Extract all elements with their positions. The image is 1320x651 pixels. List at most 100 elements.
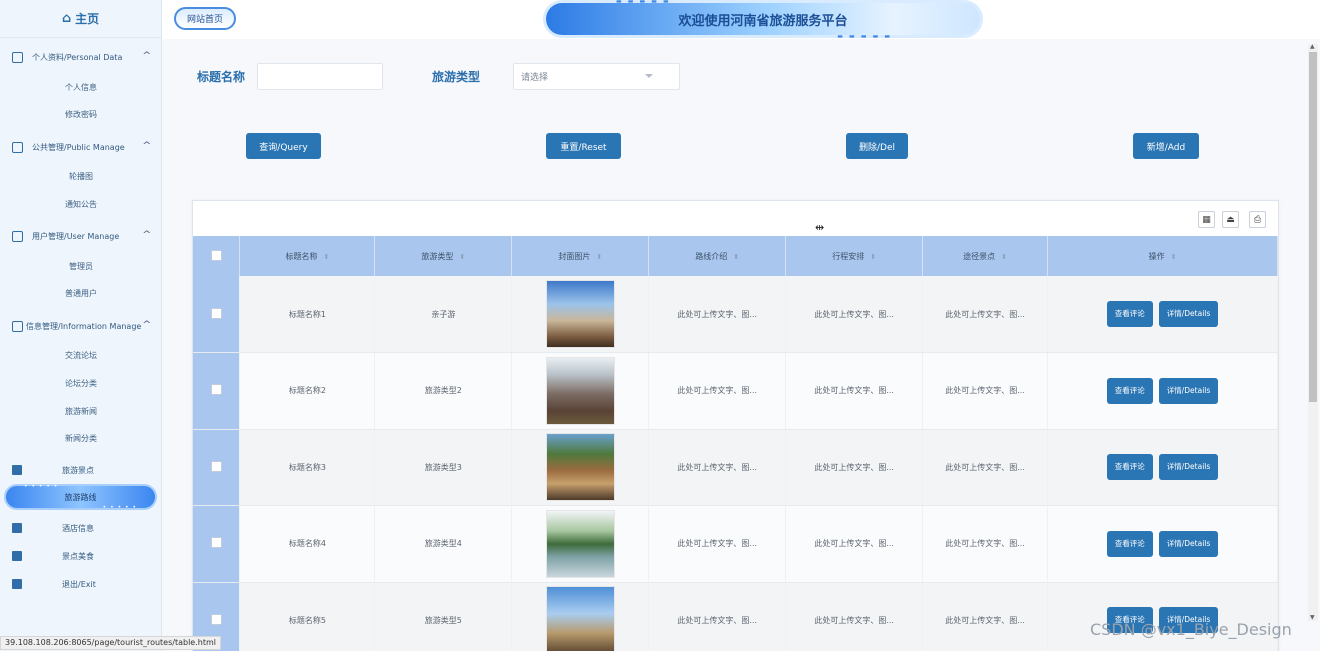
sidebar-item-normal-users[interactable]: 普通用户 [0,286,161,302]
view-comments-button[interactable]: 查看评论 [1106,377,1153,404]
calendar-check-icon [12,551,22,561]
sidebar-item-admins[interactable]: 管理员 [0,259,161,275]
sidebar-home[interactable]: ⌂ 主页 [0,0,161,38]
scroll-up-icon[interactable]: ▲ [1310,43,1315,50]
cell-cover [511,429,650,506]
cell-title: 标题名称2 [239,352,376,430]
sidebar-item-notices[interactable]: 通知公告 [0,197,161,213]
sidebar-item-exit[interactable]: 退出/Exit [0,575,161,593]
row-checkbox[interactable] [210,307,222,319]
sidebar-item-personal-info[interactable]: 个人信息 [0,80,161,96]
view-comments-button[interactable]: 查看评论 [1106,301,1153,327]
welcome-banner: ▬ ▬ ▬ ▬ ▬ 欢迎使用河南省旅游服务平台 ▬ ▬ ▬ ▬ ▬ [546,0,980,40]
sort-icon[interactable]: ⬍ [323,253,329,261]
row-checkbox[interactable] [210,537,222,549]
row-select-cell[interactable] [193,429,241,506]
sort-icon[interactable]: ⬍ [459,253,465,261]
view-comments-button[interactable]: 查看评论 [1106,530,1153,557]
cell-schedule: 此处可上传文字、图... [785,276,924,353]
cell-spots: 此处可上传文字、图... [922,582,1049,651]
sidebar-item-tour-routes[interactable]: • • • • • 旅游路线 • • • • • [4,483,157,511]
chevron-up-icon: ^ [142,320,152,330]
reset-button[interactable]: 重置/Reset [546,133,621,159]
sort-icon[interactable]: ⬍ [1171,253,1177,261]
table-row: 标题名称1 亲子游 此处可上传文字、图... 此处可上传文字、图... 此处可上… [193,276,1278,353]
sidebar-item-change-password[interactable]: 修改密码 [0,107,161,123]
details-button[interactable]: 详情/Details [1158,377,1219,404]
cover-image[interactable] [545,280,615,348]
sidebar-item-hotels[interactable]: 酒店信息 [0,519,161,537]
col-header-schedule[interactable]: 行程安排 ⬍ [785,236,924,276]
sidebar-item-label: 退出/Exit [62,579,96,589]
site-home-button[interactable]: 网站首页 [174,7,236,30]
cell-title: 标题名称1 [239,276,376,353]
sort-icon[interactable]: ⬍ [870,253,876,261]
row-select-cell[interactable] [193,505,241,583]
cover-image[interactable] [545,433,615,502]
sidebar-group-personal[interactable]: 个人资料/Personal Data ^ [0,47,161,67]
decor-dots: ▬ ▬ ▬ ▬ ▬ [616,0,671,5]
details-button[interactable]: 详情/Details [1158,301,1219,327]
row-checkbox[interactable] [210,460,222,472]
cell-spots: 此处可上传文字、图... [922,352,1049,430]
sidebar-item-label: 景点美食 [62,551,94,561]
sort-icon[interactable]: ⬍ [733,253,739,261]
sidebar-group-public[interactable]: 公共管理/Public Manage ^ [0,137,161,157]
sidebar-group-users[interactable]: 用户管理/User Manage ^ [0,226,161,246]
col-header-label: 封面图片 [558,251,591,261]
col-header-cover[interactable]: 封面图片 ⬍ [511,236,650,276]
cell-title: 标题名称5 [239,582,376,651]
delete-button[interactable]: 删除/Del [846,133,908,159]
col-header-actions[interactable]: 操作 ⬍ [1047,236,1278,276]
row-checkbox[interactable] [210,613,222,625]
cell-intro: 此处可上传文字、图... [648,505,787,583]
print-icon[interactable]: ⎙ [1249,211,1266,228]
table-row: 标题名称3 旅游类型3 此处可上传文字、图... 此处可上传文字、图... 此处… [193,429,1278,506]
sidebar-group-info[interactable]: 信息管理/Information Manage ^ [0,316,161,336]
col-header-spots[interactable]: 途径景点 ⬍ [922,236,1049,276]
row-select-cell[interactable] [193,276,241,353]
columns-icon[interactable]: ▦ [1198,211,1215,228]
scrollbar-thumb[interactable] [1309,52,1317,402]
title-filter-label: 标题名称 [197,70,246,84]
sidebar-item-forum[interactable]: 交流论坛 [0,348,161,364]
status-url: 39.108.108.206:8065/page/tourist_routes/… [0,636,221,650]
sidebar-item-scenic-spots[interactable]: 旅游景点 [0,461,161,479]
type-select-placeholder: 请选择 [521,73,549,83]
export-icon[interactable]: ⏏ [1222,211,1239,228]
select-all-checkbox[interactable] [210,249,222,261]
cover-image[interactable] [545,509,615,578]
col-header-label: 途径景点 [963,251,996,261]
table-header-row: 标题名称 ⬍ 旅游类型 ⬍ 封面图片 ⬍ 路线介绍 ⬍ 行程安排 ⬍ 途径景点 ⬍ 操作 ⬍ [193,236,1278,276]
cover-image[interactable] [545,356,615,425]
app-window: { "sidebar": { "home_label": "主页", "grou… [0,0,1320,651]
sidebar-item-forum-category[interactable]: 论坛分类 [0,376,161,392]
sidebar-item-carousel[interactable]: 轮播图 [0,169,161,185]
cell-type: 旅游类型2 [374,352,513,430]
sidebar-item-travel-news[interactable]: 旅游新闻 [0,404,161,420]
cell-type: 旅游类型3 [374,429,513,506]
row-select-cell[interactable] [193,352,241,430]
sort-icon[interactable]: ⬍ [1001,253,1007,261]
details-button[interactable]: 详情/Details [1158,454,1219,481]
details-button[interactable]: 详情/Details [1158,530,1219,557]
scroll-down-icon[interactable]: ▼ [1310,614,1315,621]
type-select[interactable]: 请选择 [513,63,680,90]
page-scrollbar[interactable]: ▲ ▼ [1308,43,1318,621]
cell-actions: 查看评论 详情/Details [1047,429,1278,506]
col-header-intro[interactable]: 路线介绍 ⬍ [648,236,787,276]
query-button[interactable]: 查询/Query [246,133,321,159]
sidebar-item-news-category[interactable]: 新闻分类 [0,431,161,447]
view-comments-button[interactable]: 查看评论 [1106,454,1153,481]
add-button[interactable]: 新增/Add [1133,133,1199,159]
sidebar-item-food[interactable]: 景点美食 [0,547,161,565]
col-header-title[interactable]: 标题名称 ⬍ [239,236,376,276]
select-all-cell[interactable] [193,236,241,276]
title-search-input[interactable] [257,63,383,90]
chevron-up-icon: ^ [142,230,152,240]
cover-image[interactable] [545,586,615,651]
sort-icon[interactable]: ⬍ [596,253,602,261]
col-header-label: 路线介绍 [695,251,728,261]
col-header-type[interactable]: 旅游类型 ⬍ [374,236,513,276]
row-checkbox[interactable] [210,384,222,396]
